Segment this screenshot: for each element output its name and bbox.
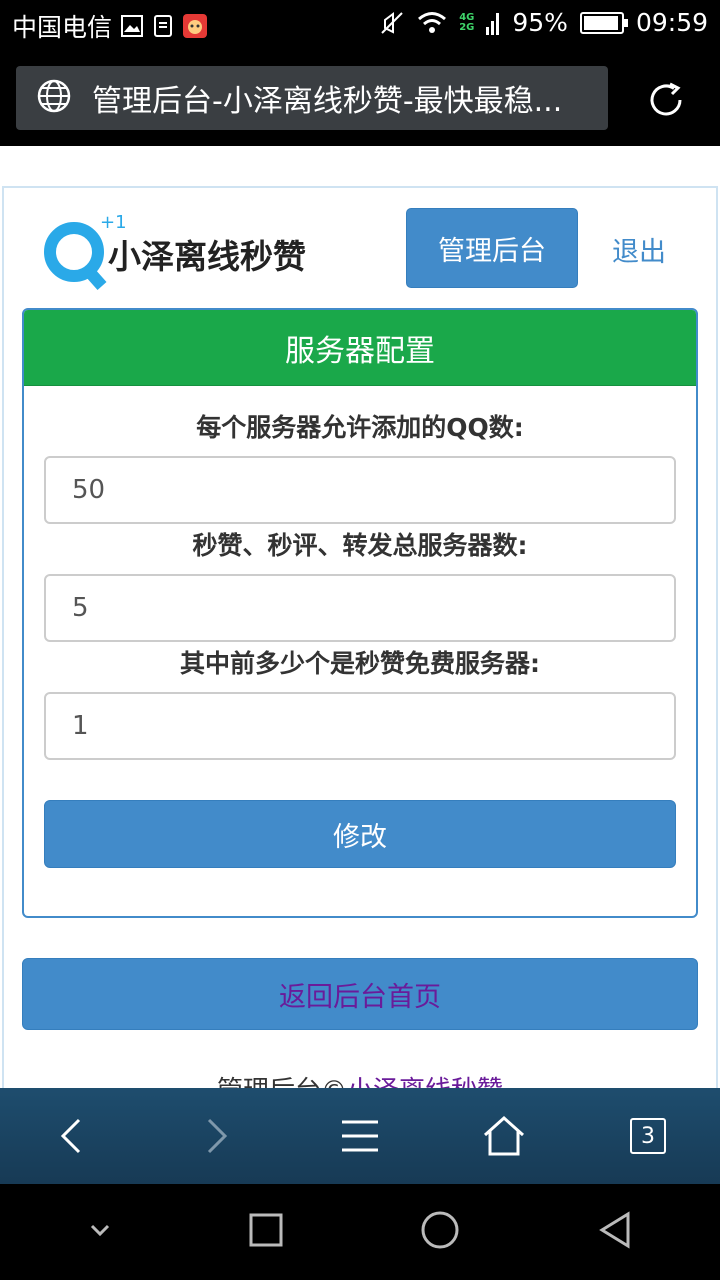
qq-per-server-label: 每个服务器允许添加的QQ数: <box>196 413 524 442</box>
panel-title: 服务器配置 <box>24 310 696 386</box>
back-triangle-icon[interactable] <box>596 1210 632 1254</box>
chevron-down-icon[interactable] <box>88 1222 112 1242</box>
browser-bottom-nav: 3 <box>0 1088 720 1184</box>
wifi-icon <box>417 11 447 35</box>
qq-per-server-input[interactable]: 50 <box>44 456 676 524</box>
free-servers-label: 其中前多少个是秒赞免费服务器: <box>180 649 540 678</box>
logout-link[interactable]: 退出 <box>612 230 666 269</box>
battery-percent: 95% <box>512 8 568 37</box>
home-icon[interactable] <box>464 1096 544 1176</box>
silent-icon <box>379 10 405 36</box>
app-notification-icon <box>182 13 208 39</box>
footer-prefix: 管理后台© <box>217 1076 347 1088</box>
carrier-name: 中国电信 <box>12 13 113 42</box>
home-circle-icon[interactable] <box>420 1210 460 1254</box>
globe-icon <box>36 78 72 118</box>
reload-icon[interactable] <box>646 80 686 124</box>
image-icon <box>120 14 144 38</box>
document-icon <box>152 14 174 38</box>
admin-button[interactable]: 管理后台 <box>406 208 578 288</box>
back-to-admin-home-button[interactable]: 返回后台首页 <box>22 958 698 1030</box>
forward-icon[interactable] <box>176 1096 256 1176</box>
footer: 管理后台©小泽离线秒赞 <box>0 1070 720 1088</box>
network-type: 4G 2G <box>459 11 475 33</box>
server-config-panel: 服务器配置 每个服务器允许添加的QQ数: 50 秒赞、秒评、转发总服务器数: 5… <box>22 308 698 918</box>
total-servers-label: 秒赞、秒评、转发总服务器数: <box>192 531 528 560</box>
tab-count: 3 <box>630 1118 666 1154</box>
address-bar[interactable]: 管理后台-小泽离线秒赞-最快最稳... <box>16 66 608 130</box>
menu-icon[interactable] <box>320 1096 400 1176</box>
web-page: +1 小泽离线秒赞 管理后台 退出 服务器配置 每个服务器允许添加的QQ数: 5… <box>0 146 720 1088</box>
signal-icon <box>486 9 500 37</box>
free-servers-input[interactable]: 1 <box>44 692 676 760</box>
tabs-button[interactable]: 3 <box>608 1096 688 1176</box>
browser-toolbar: 管理后台-小泽离线秒赞-最快最稳... <box>0 52 720 146</box>
footer-brand-link[interactable]: 小泽离线秒赞 <box>347 1076 503 1088</box>
system-nav-bar <box>0 1184 720 1280</box>
clock: 09:59 <box>635 8 708 37</box>
page-title: 管理后台-小泽离线秒赞-最快最稳... <box>92 84 563 119</box>
battery-icon <box>579 11 628 34</box>
total-servers-input[interactable]: 5 <box>44 574 676 642</box>
modify-button[interactable]: 修改 <box>44 800 676 868</box>
recents-icon[interactable] <box>248 1212 284 1252</box>
back-icon[interactable] <box>32 1096 112 1176</box>
status-bar: 中国电信 4G 2G 95% 09:59 <box>0 0 720 52</box>
site-brand: 小泽离线秒赞 <box>108 237 306 276</box>
